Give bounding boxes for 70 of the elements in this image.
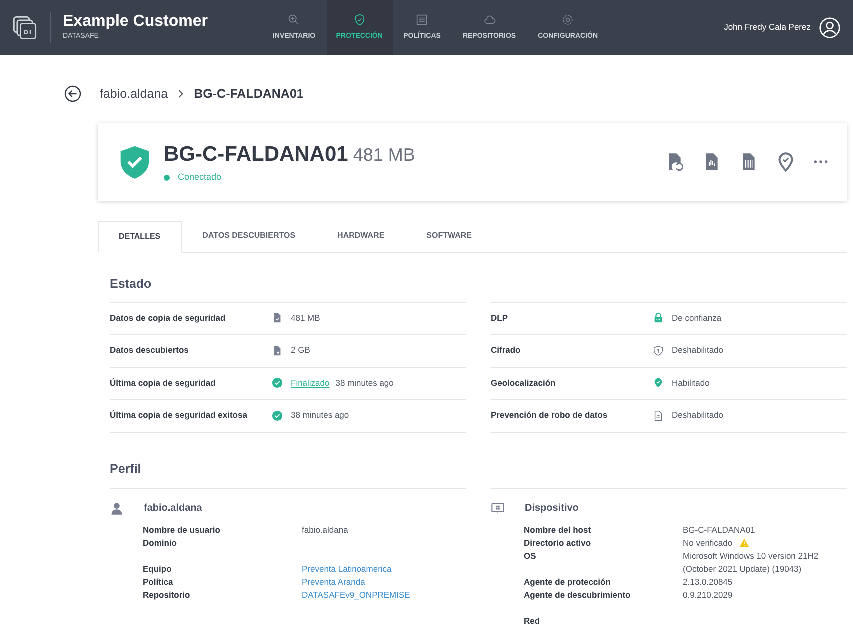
field-value: Microsoft Windows 10 version 21H2 (October 2021 Update) (19043) — [683, 550, 820, 576]
location-check-icon[interactable] — [776, 152, 796, 172]
check-circle-icon — [272, 410, 283, 422]
field-label: Datos descubiertos — [110, 344, 190, 358]
gear-icon — [561, 12, 576, 27]
field-value: 38 minutes ago — [291, 409, 350, 422]
list-icon — [415, 12, 430, 27]
warning-icon — [738, 538, 750, 548]
field-label: DLP — [491, 312, 509, 325]
file-search-icon — [272, 344, 283, 357]
location-check-icon — [653, 377, 664, 390]
breadcrumb-link[interactable]: fabio.aldana — [100, 85, 168, 104]
device-name: BG-C-FALDANA01 — [164, 142, 348, 168]
field-label: Agente de descubrimiento — [524, 589, 632, 602]
field-value: 0.9.210.2029 — [683, 589, 733, 602]
zoom-in-icon — [287, 12, 302, 27]
field-value: Habilitado — [672, 376, 710, 390]
check-circle-icon — [272, 377, 283, 390]
stacked-windows-icon — [12, 14, 38, 40]
field-link[interactable]: Preventa Aranda — [302, 576, 366, 590]
status-text: Conectado — [178, 171, 222, 184]
field-value: No verificado — [683, 537, 733, 550]
card-title: fabio.aldana — [144, 502, 202, 516]
field-label: Cifrado — [491, 344, 522, 358]
field-label: Geolocalización — [491, 376, 557, 390]
user-icon — [110, 502, 124, 516]
field-label: Nombre del host — [524, 524, 592, 538]
field-label: Datos de copia de seguridad — [110, 312, 227, 325]
field-label: Dominio — [143, 537, 178, 550]
field-value: 38 minutes ago — [336, 376, 394, 390]
field-value: BG-C-FALDANA01 — [683, 524, 756, 538]
field-label: Prevención de robo de datos — [491, 409, 609, 422]
field-label: Equipo — [143, 563, 173, 576]
device-size: 481 MB — [353, 144, 416, 167]
card-title: Dispositivo — [525, 502, 579, 516]
field-link[interactable]: DATASAFEv9_ONPREMISE — [302, 589, 410, 602]
tab[interactable]: DATOS DESCUBIERTOS — [182, 220, 317, 252]
brand-title: Example Customer — [63, 12, 208, 32]
field-value: fabio.aldana — [302, 524, 348, 538]
field-label: Directorio activo — [524, 537, 592, 550]
field-value: 2.13.0.20845 — [683, 576, 733, 590]
user-avatar-icon — [819, 16, 841, 38]
field-label: Repositorio — [143, 589, 192, 602]
breadcrumb-current: BG-C-FALDANA01 — [194, 86, 304, 103]
field-label: Última copia de seguridad exitosa — [110, 409, 248, 422]
shield-check-icon — [352, 12, 367, 27]
field-value: 481 MB — [291, 312, 320, 325]
field-label: Nombre de usuario — [143, 524, 222, 538]
tab[interactable]: SOFTWARE — [406, 220, 493, 252]
field-value: Deshabilitado — [672, 409, 724, 422]
file-check-icon — [272, 312, 283, 324]
back-button[interactable] — [64, 85, 82, 104]
document-icon — [653, 410, 664, 422]
user-name: John Fredy Cala Perez — [724, 21, 811, 34]
field-label: Política — [143, 576, 174, 590]
field-label: Última copia de seguridad — [110, 376, 217, 390]
tab[interactable]: HARDWARE — [316, 220, 406, 252]
field-label: OS — [524, 550, 538, 564]
field-value: De confianza — [672, 312, 722, 325]
field-label: Red — [524, 615, 542, 628]
section-title: Perfil — [110, 460, 142, 478]
field-link[interactable]: Preventa Latinoamerica — [302, 563, 392, 576]
lock-icon — [653, 312, 664, 324]
shield-key-icon — [653, 344, 664, 357]
field-label: Agente de protección — [524, 576, 612, 590]
section-title: Estado — [110, 276, 152, 293]
tab[interactable]: DETALLES — [98, 220, 182, 253]
field-value: 2 GB — [291, 344, 310, 358]
field-value: Deshabilitado — [672, 344, 724, 358]
monitor-icon — [491, 502, 505, 516]
